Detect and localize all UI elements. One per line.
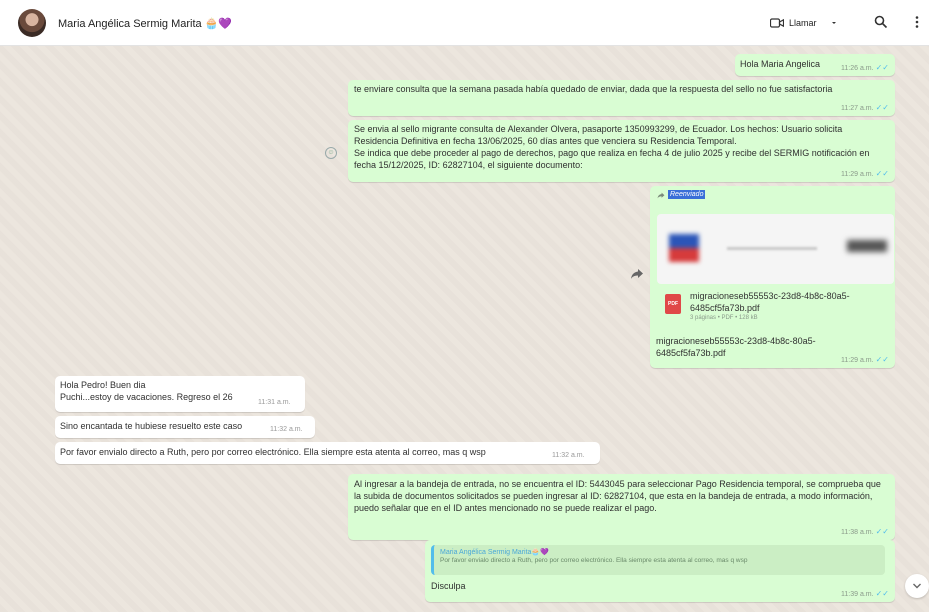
message-text: Hola Maria Angelica	[740, 59, 821, 69]
message-time: 11:32 a.m.	[270, 426, 303, 433]
document-preview-text-line	[727, 247, 817, 250]
message-time: 11:38 a.m.	[841, 529, 874, 537]
outgoing-message[interactable]: te enviare consulta que la semana pasada…	[348, 80, 895, 116]
document-caption: migracioneseb55553c-23d8-4b8c-80a5-6485c…	[656, 336, 816, 359]
contact-name[interactable]: Maria Angélica Sermig Marita 🧁💜	[58, 17, 232, 30]
flag-logo	[669, 234, 699, 262]
message-text: Puchi...estoy de vacaciones. Regreso el …	[60, 392, 233, 402]
chevron-down-icon	[831, 22, 836, 24]
message-text: Al ingresar a la bandeja de entrada, no …	[354, 479, 881, 514]
scroll-down-icon	[913, 583, 921, 589]
call-button[interactable]: Llamar	[760, 12, 846, 34]
message-text: Disculpa	[431, 581, 466, 591]
message-time: 11:29 a.m.	[841, 357, 874, 365]
outgoing-message[interactable]: Se envia al sello migrante consulta de A…	[348, 120, 895, 182]
read-ticks-icon: ✓✓	[875, 169, 889, 179]
message-text-continued: Se indica que debe proceder al pago de d…	[354, 148, 870, 171]
message-time: 11:39 a.m.	[841, 591, 874, 599]
incoming-message[interactable]: Por favor envialo directo a Ruth, pero p…	[55, 442, 600, 464]
incoming-message[interactable]: Hola Pedro! Buen dia Puchi...estoy de va…	[55, 376, 305, 412]
quoted-message[interactable]: Maria Angélica Sermig Marita🧁💜 Por favor…	[431, 545, 885, 575]
quoted-author: Maria Angélica Sermig Marita🧁💜	[440, 549, 549, 556]
message-time: 11:27 a.m.	[841, 105, 874, 113]
file-meta: 3 páginas • PDF • 128 kB	[690, 315, 758, 321]
quoted-text: Por favor envialo directo a Ruth, pero p…	[440, 557, 748, 565]
message-text: Sino encantada te hubiese resuelto este …	[60, 421, 243, 431]
read-ticks-icon: ✓✓	[875, 589, 889, 599]
message-text: te enviare consulta que la semana pasada…	[354, 84, 833, 94]
message-time: 11:29 a.m.	[841, 171, 874, 179]
outgoing-message[interactable]: Hola Maria Angelica 11:26 a.m. ✓✓	[735, 54, 895, 76]
outgoing-document-message[interactable]: Reenviado PDF migracioneseb55553c-23d8-4…	[650, 186, 895, 368]
outgoing-reply-message[interactable]: Maria Angélica Sermig Marita🧁💜 Por favor…	[425, 540, 895, 602]
scroll-down-button[interactable]	[905, 574, 929, 598]
chat-header: Maria Angélica Sermig Marita 🧁💜 Llamar	[0, 0, 929, 46]
video-icon	[770, 18, 784, 28]
message-time: 11:32 a.m.	[552, 452, 585, 459]
document-preview[interactable]	[657, 214, 894, 284]
read-ticks-icon: ✓✓	[875, 527, 889, 537]
search-icon[interactable]	[874, 15, 888, 29]
outgoing-message[interactable]: Al ingresar a la bandeja de entrada, no …	[348, 474, 895, 540]
document-preview-text-line	[847, 240, 887, 252]
call-label: Llamar	[789, 18, 817, 28]
forwarded-label: Reenviado	[668, 190, 706, 200]
read-ticks-icon: ✓✓	[875, 63, 889, 73]
file-name[interactable]: migracioneseb55553c-23d8-4b8c-80a5-6485c…	[690, 290, 850, 314]
message-text: Se envia al sello migrante consulta de A…	[354, 124, 843, 147]
incoming-message[interactable]: Sino encantada te hubiese resuelto este …	[55, 416, 315, 438]
emoji-icon[interactable]: ☺	[325, 147, 337, 159]
message-time: 11:31 a.m.	[258, 399, 291, 406]
forward-icon[interactable]	[630, 268, 644, 280]
read-ticks-icon: ✓✓	[875, 103, 889, 113]
message-text: Hola Pedro! Buen dia	[60, 380, 146, 390]
avatar[interactable]	[18, 9, 46, 37]
kebab-menu-icon[interactable]	[910, 15, 924, 29]
message-text: Por favor envialo directo a Ruth, pero p…	[60, 447, 486, 457]
message-list[interactable]: Hola Maria Angelica 11:26 a.m. ✓✓ te envi…	[0, 46, 929, 612]
pdf-icon: PDF	[665, 294, 681, 314]
forward-icon	[657, 192, 665, 199]
read-ticks-icon: ✓✓	[875, 355, 889, 365]
message-time: 11:26 a.m.	[841, 65, 874, 73]
